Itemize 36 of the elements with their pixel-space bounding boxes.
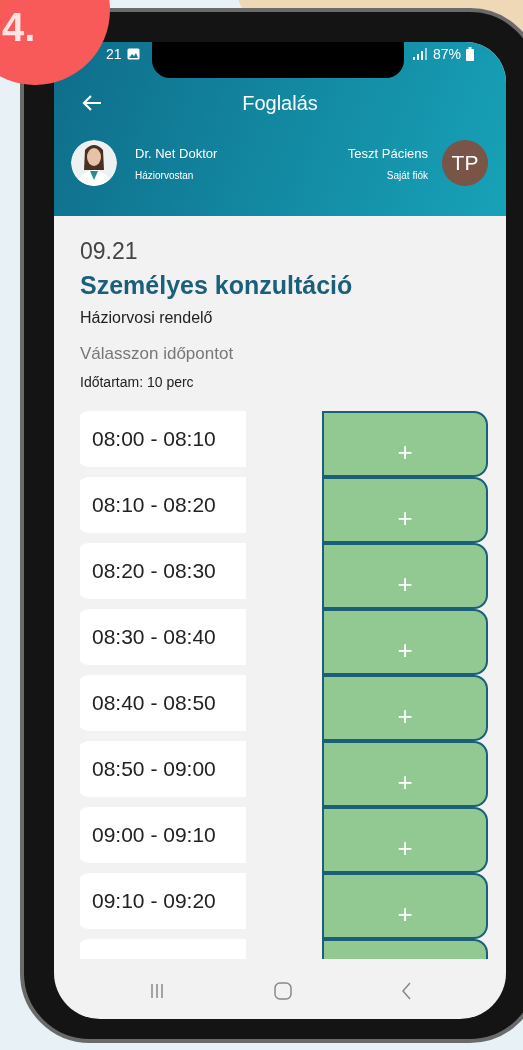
back-arrow-icon[interactable] [82, 94, 102, 112]
section-heading: Válasszon időpontot [80, 344, 235, 364]
home-icon[interactable] [274, 981, 292, 1000]
appointment-title: Személyes konzultáció [80, 271, 354, 300]
screen-title: Foglalás [242, 91, 318, 115]
add-slot-button[interactable]: + [322, 609, 488, 675]
status-time: 21 [106, 46, 122, 62]
add-slot-button[interactable]: + [322, 411, 488, 477]
patient-name: Teszt Páciens [347, 145, 428, 161]
time-slot: 08:40 - 08:50 [80, 675, 246, 731]
time-slot: 08:10 - 08:20 [80, 477, 246, 533]
add-slot-button[interactable]: + [322, 807, 488, 873]
time-slot: 08:20 - 08:30 [80, 543, 246, 599]
doctor-specialty: Háziorvostan [135, 169, 195, 181]
time-slot: 08:00 - 08:10 [80, 411, 246, 467]
add-slot-button[interactable]: + [322, 543, 488, 609]
recent-apps-icon[interactable] [148, 982, 165, 999]
time-slot: 08:50 - 09:00 [80, 741, 246, 797]
time-slot: 08:30 - 08:40 [80, 609, 246, 665]
doctor-name: Dr. Net Doktor [135, 145, 218, 161]
time-slot: 09:10 - 09:20 [80, 873, 246, 929]
account-link[interactable]: Saját fiók [386, 169, 428, 181]
back-icon[interactable] [401, 981, 412, 1000]
battery-icon [466, 47, 474, 61]
duration-text: Időtartam: 10 perc [80, 374, 195, 390]
battery-level: 87% [432, 46, 461, 62]
appointment-date: 09.21 [80, 238, 139, 265]
add-slot-button[interactable]: + [322, 477, 488, 543]
add-slot-button[interactable]: + [322, 873, 488, 939]
signal-icon [411, 48, 428, 60]
time-slot: 09:00 - 09:10 [80, 807, 246, 863]
patient-avatar[interactable]: TP [442, 140, 488, 186]
image-icon [126, 48, 140, 60]
add-slot-button[interactable]: + [322, 741, 488, 807]
appointment-place: Háziorvosi rendelő [80, 309, 214, 327]
add-slot-button[interactable]: + [322, 675, 488, 741]
